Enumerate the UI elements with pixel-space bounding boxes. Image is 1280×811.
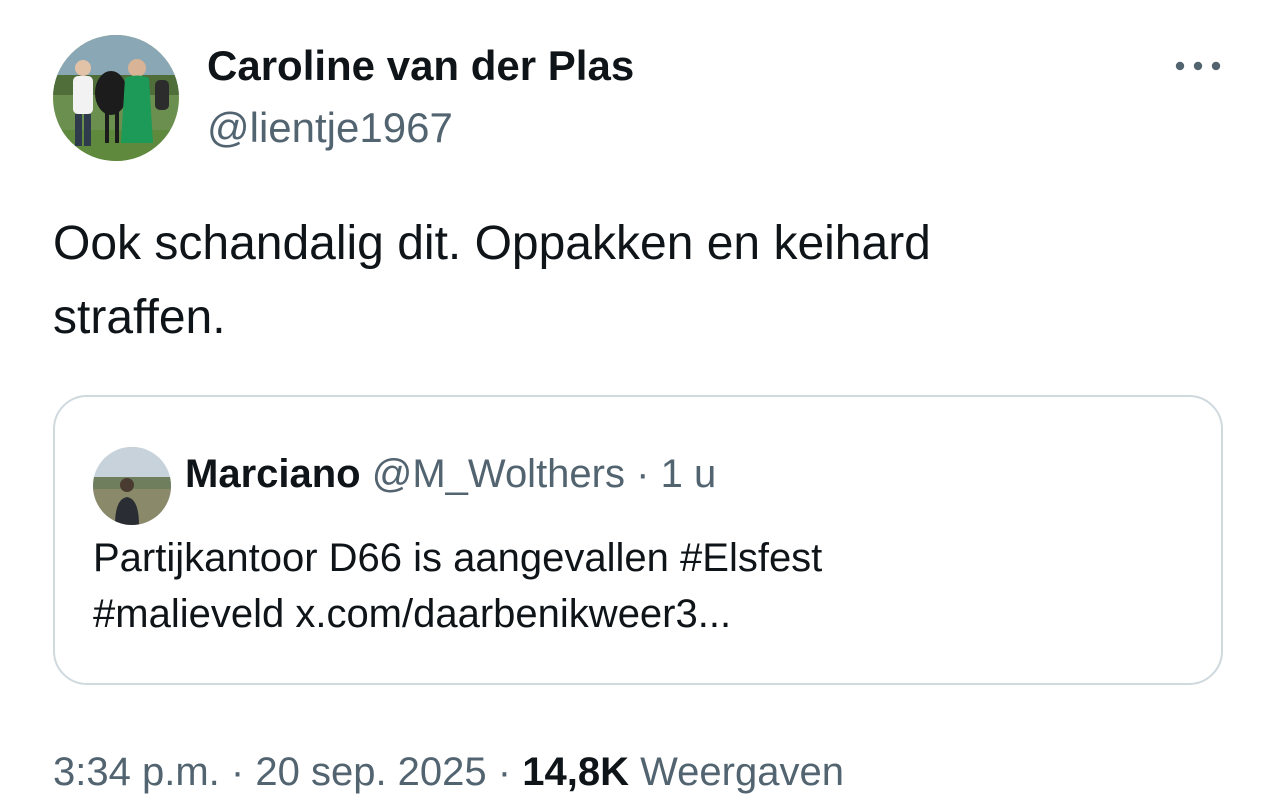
author-name[interactable]: Caroline van der Plas: [207, 40, 634, 92]
quote-text-line: Partijkantoor D66 is aangevallen #Elsfes…: [93, 536, 823, 580]
quote-header: Marciano @M_Wolthers · 1 u: [185, 449, 716, 499]
profile-photo-icon: [93, 447, 171, 525]
views-label[interactable]: Weergaven: [640, 750, 844, 794]
post-date[interactable]: 20 sep. 2025: [255, 750, 486, 794]
post-time[interactable]: 3:34 p.m.: [53, 750, 220, 794]
quote-text: Partijkantoor D66 is aangevallen #Elsfes…: [93, 530, 1183, 642]
profile-photo-icon: [53, 35, 179, 161]
quote-author-handle[interactable]: @M_Wolthers: [372, 452, 625, 496]
tweet-text-line: straffen.: [53, 291, 226, 344]
footer-separator: ·: [497, 750, 512, 794]
views-count[interactable]: 14,8K: [522, 750, 629, 794]
footer-separator: ·: [230, 750, 245, 794]
quote-author-avatar: [93, 447, 171, 525]
tweet-text: Ook schandalig dit. Oppakken en keihard …: [53, 207, 1213, 355]
more-options-button[interactable]: [1166, 44, 1230, 88]
quote-separator: ·: [636, 452, 650, 496]
quoted-tweet-card[interactable]: Marciano @M_Wolthers · 1 u Partijkantoor…: [53, 395, 1223, 685]
tweet-text-line: Ook schandalig dit. Oppakken en keihard: [53, 217, 931, 270]
quote-author-name[interactable]: Marciano: [185, 452, 361, 496]
author-handle[interactable]: @lientje1967: [207, 102, 453, 154]
quote-time[interactable]: 1 u: [661, 452, 717, 496]
tweet-footer: 3:34 p.m. · 20 sep. 2025 · 14,8K Weergav…: [53, 746, 844, 798]
quote-text-line: #malieveld x.com/daarbenikweer3...: [93, 592, 732, 636]
more-options-icon: [1175, 61, 1221, 71]
author-avatar[interactable]: [53, 35, 179, 161]
